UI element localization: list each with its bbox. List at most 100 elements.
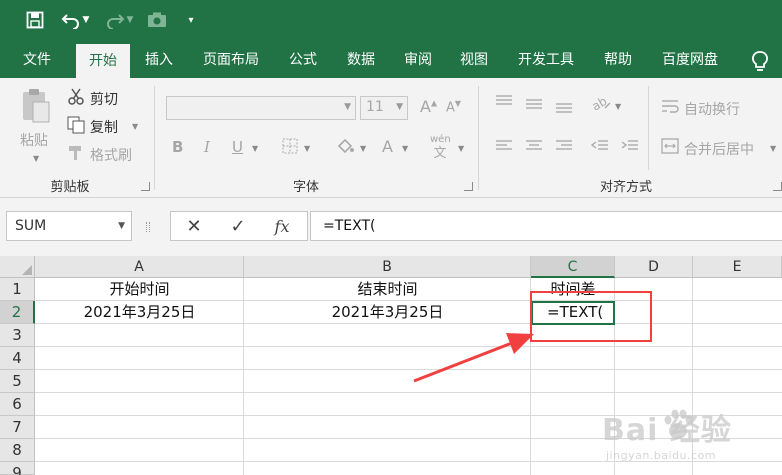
bold-button[interactable]: B bbox=[172, 138, 183, 156]
row-header-9[interactable]: 9 bbox=[0, 462, 35, 475]
formula-input[interactable]: =TEXT( bbox=[310, 211, 782, 241]
group-divider bbox=[154, 86, 155, 190]
column-header-b[interactable]: B bbox=[244, 256, 531, 278]
copy-button[interactable]: 复制 bbox=[90, 117, 118, 137]
align-middle-icon[interactable] bbox=[524, 96, 544, 117]
underline-dropdown-icon[interactable]: ▼ bbox=[252, 144, 258, 153]
cell-b1[interactable]: 结束时间 bbox=[244, 278, 531, 301]
merge-center-icon[interactable] bbox=[660, 138, 680, 159]
underline-button[interactable]: U bbox=[232, 138, 243, 156]
font-name-combo[interactable]: ▼ bbox=[166, 96, 356, 120]
fill-color-icon[interactable] bbox=[334, 136, 356, 161]
merge-center-button[interactable]: 合并后居中 bbox=[684, 139, 754, 159]
tab-page-layout[interactable]: 页面布局 bbox=[192, 42, 270, 78]
shrink-font-button[interactable]: A▼ bbox=[446, 99, 461, 115]
chevron-down-icon[interactable]: ▼ bbox=[118, 212, 125, 240]
wrap-text-icon[interactable] bbox=[660, 98, 680, 119]
ribbon-tabs: 文件 开始 插入 页面布局 公式 数据 审阅 视图 开发工具 帮助 百度网盘 bbox=[0, 42, 782, 78]
font-color-button[interactable]: A bbox=[382, 137, 393, 156]
name-box[interactable]: SUM ▼ bbox=[6, 211, 132, 241]
gridline bbox=[35, 346, 782, 347]
redo-icon[interactable]: ▼ bbox=[102, 8, 136, 32]
merge-dropdown-icon[interactable]: ▼ bbox=[770, 144, 776, 153]
name-box-value: SUM bbox=[15, 218, 47, 234]
paw-icon bbox=[664, 409, 693, 439]
tab-file[interactable]: 文件 bbox=[10, 42, 64, 78]
formula-bar: SUM ▼ ✕ ✓ fx =TEXT( bbox=[0, 198, 782, 256]
row-header-7[interactable]: 7 bbox=[0, 416, 35, 439]
select-all-button[interactable] bbox=[0, 256, 35, 278]
phonetic-dropdown-icon[interactable]: ▼ bbox=[458, 144, 464, 153]
row-header-4[interactable]: 4 bbox=[0, 347, 35, 370]
decrease-indent-icon[interactable] bbox=[590, 138, 610, 158]
formula-buttons: ✕ ✓ fx bbox=[170, 211, 308, 241]
tab-view[interactable]: 视图 bbox=[449, 42, 499, 78]
highlight-rectangle bbox=[530, 291, 652, 342]
border-icon[interactable] bbox=[280, 138, 300, 159]
column-header-c[interactable]: C bbox=[531, 256, 615, 278]
tab-formulas[interactable]: 公式 bbox=[278, 42, 328, 78]
paste-label[interactable]: 粘贴 bbox=[20, 130, 48, 150]
fill-color-dropdown-icon[interactable]: ▼ bbox=[360, 144, 366, 153]
orientation-icon[interactable]: ab bbox=[589, 94, 612, 117]
column-header-e[interactable]: E bbox=[693, 256, 782, 278]
splitter-handle[interactable] bbox=[146, 222, 150, 232]
enter-button[interactable]: ✓ bbox=[223, 215, 253, 239]
customize-qat-icon[interactable]: ▾ bbox=[184, 8, 198, 32]
cut-button[interactable]: 剪切 bbox=[90, 89, 118, 109]
tab-baidu-netdisk[interactable]: 百度网盘 bbox=[650, 42, 730, 78]
row-header-3[interactable]: 3 bbox=[0, 324, 35, 347]
tab-review[interactable]: 审阅 bbox=[393, 42, 443, 78]
italic-button[interactable]: I bbox=[204, 138, 210, 156]
insert-function-button[interactable]: fx bbox=[267, 215, 297, 239]
align-right-icon[interactable] bbox=[554, 138, 574, 158]
alignment-launcher-icon[interactable] bbox=[773, 182, 782, 191]
border-dropdown-icon[interactable]: ▼ bbox=[304, 144, 310, 153]
font-size-combo[interactable]: 11 ▼ bbox=[360, 96, 408, 120]
row-header-8[interactable]: 8 bbox=[0, 439, 35, 462]
row-header-5[interactable]: 5 bbox=[0, 370, 35, 393]
column-header-a[interactable]: A bbox=[35, 256, 244, 278]
wrap-text-button[interactable]: 自动换行 bbox=[684, 99, 740, 119]
increase-indent-icon[interactable] bbox=[620, 138, 640, 158]
save-icon[interactable] bbox=[24, 8, 46, 32]
format-painter-button[interactable]: 格式刷 bbox=[90, 145, 132, 165]
font-launcher-icon[interactable] bbox=[464, 182, 473, 191]
paste-dropdown-icon[interactable]: ▼ bbox=[33, 154, 39, 163]
chevron-down-icon: ▼ bbox=[396, 102, 403, 112]
copy-dropdown-icon[interactable]: ▼ bbox=[132, 122, 138, 131]
tab-help[interactable]: 帮助 bbox=[593, 42, 643, 78]
grow-font-button[interactable]: A▲ bbox=[420, 97, 437, 116]
align-bottom-icon[interactable] bbox=[554, 98, 574, 119]
clipboard-launcher-icon[interactable] bbox=[141, 182, 150, 191]
align-top-icon[interactable] bbox=[494, 94, 514, 115]
cancel-button[interactable]: ✕ bbox=[179, 215, 209, 239]
tab-insert[interactable]: 插入 bbox=[134, 42, 184, 78]
row-header-6[interactable]: 6 bbox=[0, 393, 35, 416]
copy-icon[interactable] bbox=[66, 116, 86, 139]
tab-home[interactable]: 开始 bbox=[76, 44, 130, 78]
font-color-dropdown-icon[interactable]: ▼ bbox=[402, 144, 408, 153]
cell-a2[interactable]: 2021年3月25日 bbox=[35, 301, 244, 324]
orientation-dropdown-icon[interactable]: ▼ bbox=[615, 102, 621, 111]
align-center-icon[interactable] bbox=[524, 138, 544, 158]
svg-text:ab: ab bbox=[591, 94, 609, 112]
cell-b2[interactable]: 2021年3月25日 bbox=[244, 301, 531, 324]
cell-a1[interactable]: 开始时间 bbox=[35, 278, 244, 301]
undo-icon[interactable]: ▼ bbox=[58, 8, 92, 32]
format-painter-icon[interactable] bbox=[66, 144, 86, 167]
row-header-1[interactable]: 1 bbox=[0, 278, 35, 301]
tab-data[interactable]: 数据 bbox=[336, 42, 386, 78]
scissors-icon[interactable] bbox=[66, 88, 86, 111]
camera-icon[interactable] bbox=[146, 8, 168, 32]
baidu-watermark: Bai 经验 jingyan.baidu.com bbox=[602, 403, 774, 469]
group-divider bbox=[648, 86, 649, 170]
column-header-d[interactable]: D bbox=[615, 256, 693, 278]
paste-icon[interactable] bbox=[20, 88, 52, 124]
tab-developer[interactable]: 开发工具 bbox=[506, 42, 586, 78]
lightbulb-icon[interactable] bbox=[750, 50, 770, 72]
font-size-value: 11 bbox=[366, 99, 384, 115]
group-divider bbox=[478, 86, 479, 190]
row-header-2[interactable]: 2 bbox=[0, 301, 35, 324]
align-left-icon[interactable] bbox=[494, 138, 514, 158]
